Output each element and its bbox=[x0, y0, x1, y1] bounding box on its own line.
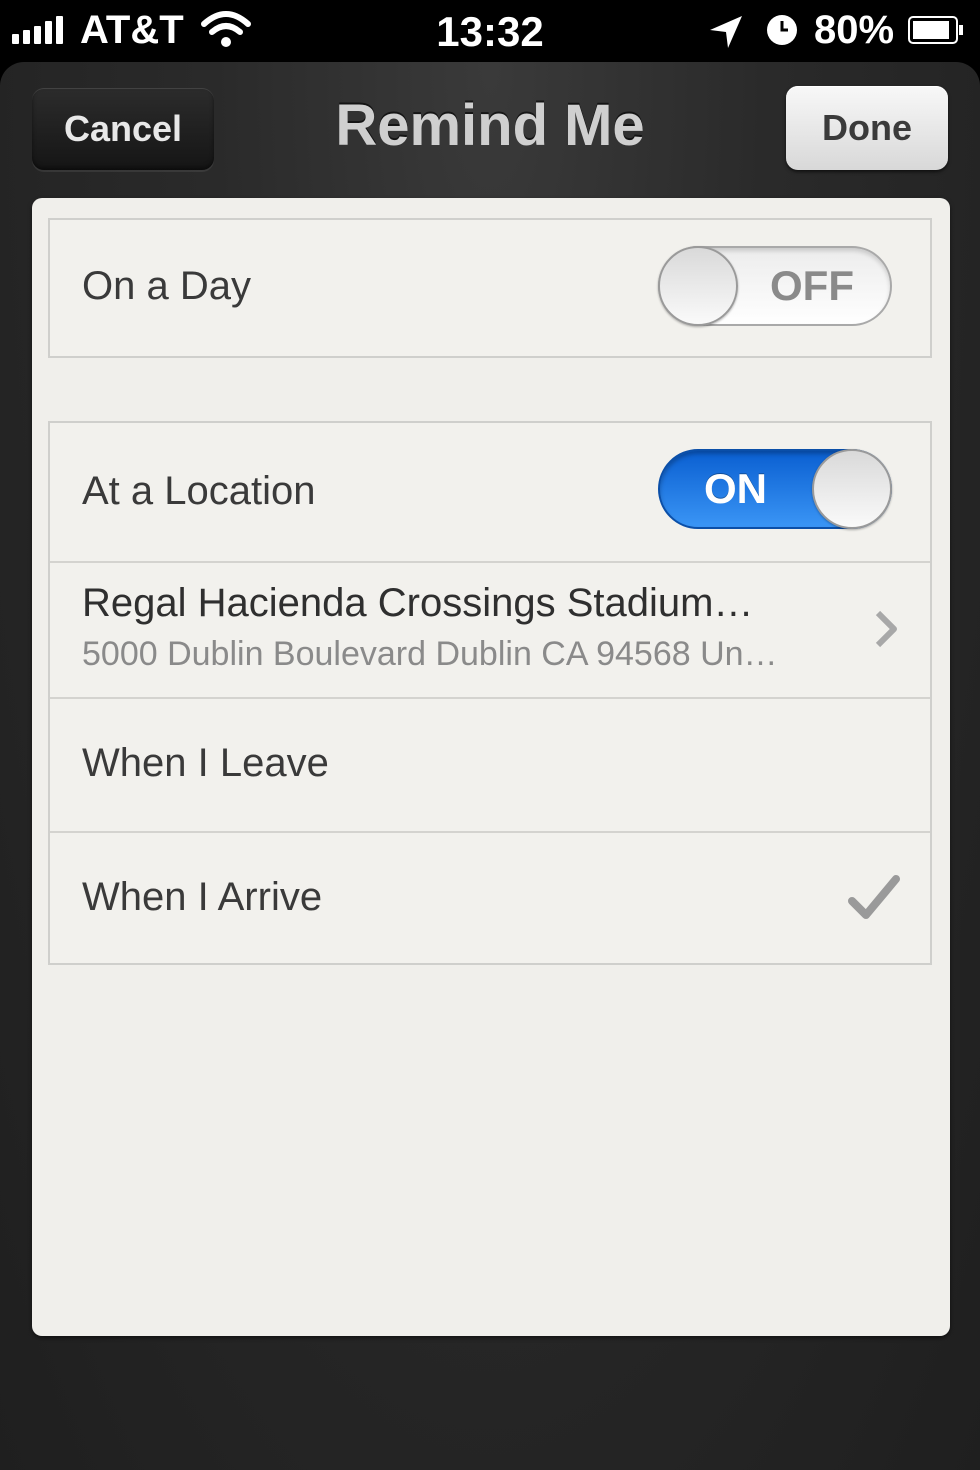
toggle-knob bbox=[658, 246, 738, 326]
checkmark-icon bbox=[848, 875, 900, 919]
on-a-day-row: On a Day OFF bbox=[50, 220, 930, 356]
battery-icon bbox=[908, 16, 963, 44]
on-a-day-group: On a Day OFF bbox=[48, 218, 932, 358]
location-arrow-icon bbox=[710, 16, 742, 48]
cancel-button[interactable]: Cancel bbox=[32, 88, 214, 170]
when-i-leave-label: When I Leave bbox=[82, 741, 329, 785]
at-a-location-label: At a Location bbox=[82, 469, 316, 513]
location-name: Regal Hacienda Crossings Stadium… bbox=[82, 581, 754, 625]
at-a-location-row: At a Location ON bbox=[50, 423, 930, 561]
toggle-knob bbox=[812, 449, 892, 529]
toggle-off-label: OFF bbox=[770, 262, 854, 309]
clock-icon bbox=[767, 15, 797, 45]
battery-percent: 80% bbox=[814, 8, 895, 52]
location-group: At a Location ON Regal Hacienda Crossing… bbox=[48, 421, 932, 965]
done-button[interactable]: Done bbox=[786, 86, 948, 170]
at-a-location-toggle[interactable]: ON bbox=[658, 449, 892, 529]
toggle-on-label: ON bbox=[704, 465, 767, 512]
on-a-day-toggle[interactable]: OFF bbox=[658, 246, 892, 326]
page-title: Remind Me bbox=[335, 93, 645, 158]
when-i-arrive-row[interactable]: When I Arrive bbox=[50, 831, 930, 963]
when-i-arrive-label: When I Arrive bbox=[82, 875, 323, 919]
chevron-right-icon bbox=[875, 610, 897, 648]
when-i-leave-row[interactable]: When I Leave bbox=[50, 697, 930, 831]
status-bar: AT&T 13:32 80% bbox=[0, 0, 980, 62]
on-a-day-label: On a Day bbox=[82, 264, 251, 308]
location-address-row[interactable]: Regal Hacienda Crossings Stadium… 5000 D… bbox=[50, 561, 930, 697]
location-address: 5000 Dublin Boulevard Dublin CA 94568 Un… bbox=[82, 635, 778, 673]
